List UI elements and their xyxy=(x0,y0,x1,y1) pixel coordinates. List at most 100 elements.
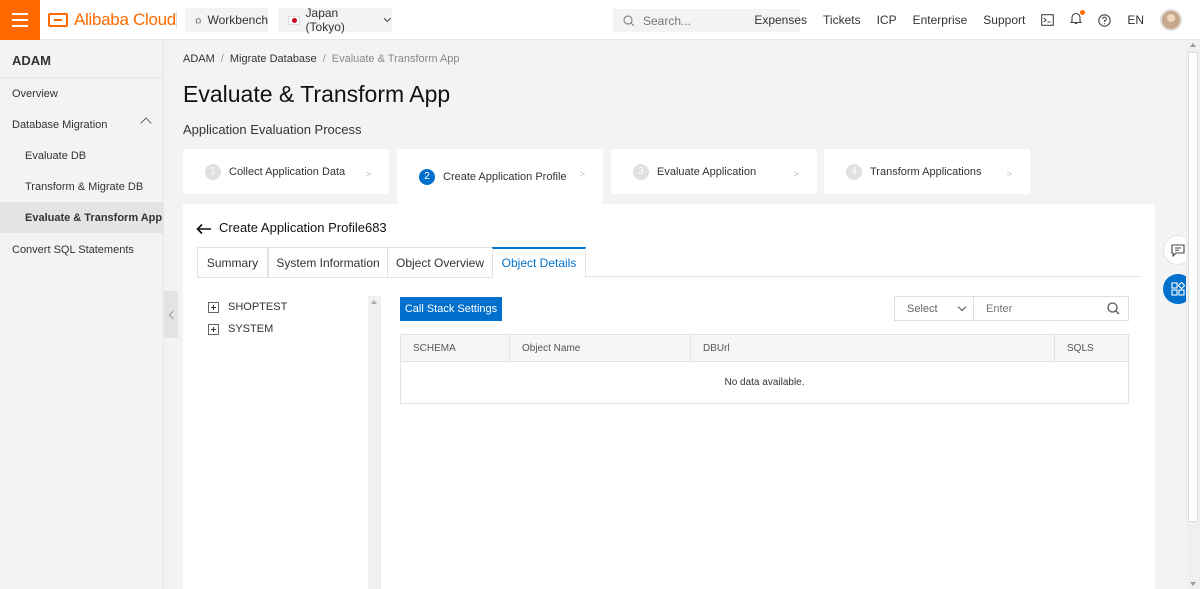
sidebar-item-evaluate-db[interactable]: Evaluate DB xyxy=(0,140,164,171)
scroll-down-icon[interactable] xyxy=(1190,582,1196,586)
breadcrumb-separator: / xyxy=(220,53,224,65)
step-number: 2 xyxy=(419,168,435,185)
menu-icon[interactable] xyxy=(0,0,40,40)
region-selector[interactable]: Japan (Tokyo) xyxy=(278,6,392,34)
step-create-profile[interactable]: 2 Create Application Profile > xyxy=(397,149,603,204)
terminal-icon[interactable] xyxy=(1041,14,1055,26)
sidebar-item-label: Evaluate & Transform App xyxy=(25,211,163,224)
select-value: Select xyxy=(907,302,938,315)
column-header-object-name: Object Name xyxy=(510,335,691,362)
tree-node-system[interactable]: SYSTEM xyxy=(208,323,273,335)
profile-title: Create Application Profile683 xyxy=(219,220,387,235)
notification-dot xyxy=(1080,10,1086,15)
scrollbar-thumb[interactable] xyxy=(1188,52,1198,522)
sidebar-item-label: Database Migration xyxy=(12,118,108,131)
help-icon[interactable] xyxy=(1098,13,1112,27)
breadcrumb: ADAM / Migrate Database / Evaluate & Tra… xyxy=(183,53,460,65)
tree-node-shoptest[interactable]: SHOPTEST xyxy=(208,301,287,313)
logo-icon xyxy=(48,13,68,27)
tree-scrollbar[interactable] xyxy=(368,296,381,589)
sidebar-item-label: Convert SQL Statements xyxy=(12,243,134,256)
step-evaluate-application[interactable]: 3 Evaluate Application > xyxy=(611,149,817,194)
expand-icon[interactable] xyxy=(208,301,219,313)
search-icon[interactable] xyxy=(1107,302,1120,315)
column-header-schema: SCHEMA xyxy=(401,335,510,362)
sidebar-item-transform-migrate-db[interactable]: Transform & Migrate DB xyxy=(0,171,164,202)
tab-object-details[interactable]: Object Details xyxy=(492,247,586,278)
chevron-right-icon: > xyxy=(1006,169,1012,179)
profile-panel: Create Application Profile683 Summary Sy… xyxy=(183,204,1155,589)
chevron-left-icon xyxy=(168,310,177,319)
filter-input[interactable] xyxy=(986,302,1096,315)
scroll-up-icon[interactable] xyxy=(371,300,377,304)
top-links: Expenses Tickets ICP Enterprise Support … xyxy=(754,0,1182,40)
breadcrumb-migrate-database[interactable]: Migrate Database xyxy=(230,53,317,65)
apps-icon xyxy=(1171,282,1185,296)
back-arrow-icon[interactable] xyxy=(196,222,212,240)
breadcrumb-separator: / xyxy=(322,53,326,65)
step-number: 4 xyxy=(846,163,862,180)
column-header-dburl: DBUrl xyxy=(691,335,1055,362)
tab-summary[interactable]: Summary xyxy=(197,247,268,278)
tab-bar: Summary System Information Object Overvi… xyxy=(197,247,1141,278)
schema-tree: SHOPTEST SYSTEM xyxy=(197,296,381,589)
sidebar-item-convert-sql[interactable]: Convert SQL Statements xyxy=(0,234,164,265)
call-stack-settings-button[interactable]: Call Stack Settings xyxy=(400,297,502,321)
step-label: Evaluate Application xyxy=(657,165,757,178)
section-title: Application Evaluation Process xyxy=(183,122,362,137)
workbench-label: Workbench xyxy=(207,13,268,27)
page-scrollbar[interactable] xyxy=(1186,40,1200,589)
sidebar-collapse-button[interactable] xyxy=(164,291,178,338)
breadcrumb-adam[interactable]: ADAM xyxy=(183,53,215,65)
sidebar-item-label: Overview xyxy=(12,87,58,100)
divider xyxy=(176,12,177,28)
enterprise-link[interactable]: Enterprise xyxy=(913,13,968,27)
step-transform-applications[interactable]: 4 Transform Applications > xyxy=(824,149,1030,194)
tickets-link[interactable]: Tickets xyxy=(823,13,861,27)
table-header: SCHEMA Object Name DBUrl SQLS xyxy=(401,335,1128,362)
avatar[interactable] xyxy=(1160,9,1182,31)
breadcrumb-current: Evaluate & Transform App xyxy=(331,53,460,65)
step-number: 1 xyxy=(205,163,221,180)
empty-state-text: No data available. xyxy=(724,377,805,388)
tree-node-label: SYSTEM xyxy=(228,323,274,335)
page-title: Evaluate & Transform App xyxy=(183,81,451,107)
sidebar-item-label: Transform & Migrate DB xyxy=(25,180,144,193)
scroll-up-icon[interactable] xyxy=(1190,43,1196,47)
step-label: Create Application Profile xyxy=(443,170,567,183)
chevron-right-icon: > xyxy=(793,169,799,179)
sidebar-item-overview[interactable]: Overview xyxy=(0,78,164,109)
step-collect-data[interactable]: 1 Collect Application Data > xyxy=(183,149,389,194)
region-label: Japan (Tokyo) xyxy=(305,6,345,34)
logo-text: Alibaba Cloud xyxy=(74,10,176,29)
step-number: 3 xyxy=(633,163,649,180)
tree-node-label: SHOPTEST xyxy=(228,301,288,313)
step-label: Transform Applications xyxy=(870,165,982,178)
step-label: Collect Application Data xyxy=(229,165,346,178)
top-navigation-bar: Alibaba Cloud Workbench Japan (Tokyo) Ex… xyxy=(0,0,1200,40)
chevron-right-icon: > xyxy=(579,169,585,179)
expenses-link[interactable]: Expenses xyxy=(754,13,807,27)
sidebar: ADAM Overview Database Migration Evaluat… xyxy=(0,40,164,589)
filter-select[interactable]: Select xyxy=(894,296,974,321)
chevron-up-icon xyxy=(140,117,152,129)
alibaba-cloud-logo[interactable]: Alibaba Cloud xyxy=(48,10,176,30)
tab-system-information[interactable]: System Information xyxy=(268,247,388,278)
sidebar-item-database-migration[interactable]: Database Migration xyxy=(0,109,164,140)
notifications-button[interactable] xyxy=(1070,10,1086,28)
chevron-down-icon xyxy=(383,17,392,23)
search-icon xyxy=(623,14,635,26)
support-link[interactable]: Support xyxy=(983,13,1025,27)
chevron-down-icon xyxy=(957,302,967,312)
icp-link[interactable]: ICP xyxy=(877,13,897,27)
language-switch[interactable]: EN xyxy=(1127,13,1144,27)
object-details-table: SCHEMA Object Name DBUrl SQLS No data av… xyxy=(400,334,1129,404)
workbench-button[interactable]: Workbench xyxy=(185,8,268,32)
sidebar-title: ADAM xyxy=(12,53,51,68)
column-header-sqls: SQLS xyxy=(1067,343,1094,354)
sidebar-item-evaluate-transform-app[interactable]: Evaluate & Transform App xyxy=(0,202,164,233)
tab-object-overview[interactable]: Object Overview xyxy=(387,247,493,278)
expand-icon[interactable] xyxy=(208,323,219,335)
chat-icon xyxy=(1171,243,1185,257)
home-icon xyxy=(195,17,202,23)
